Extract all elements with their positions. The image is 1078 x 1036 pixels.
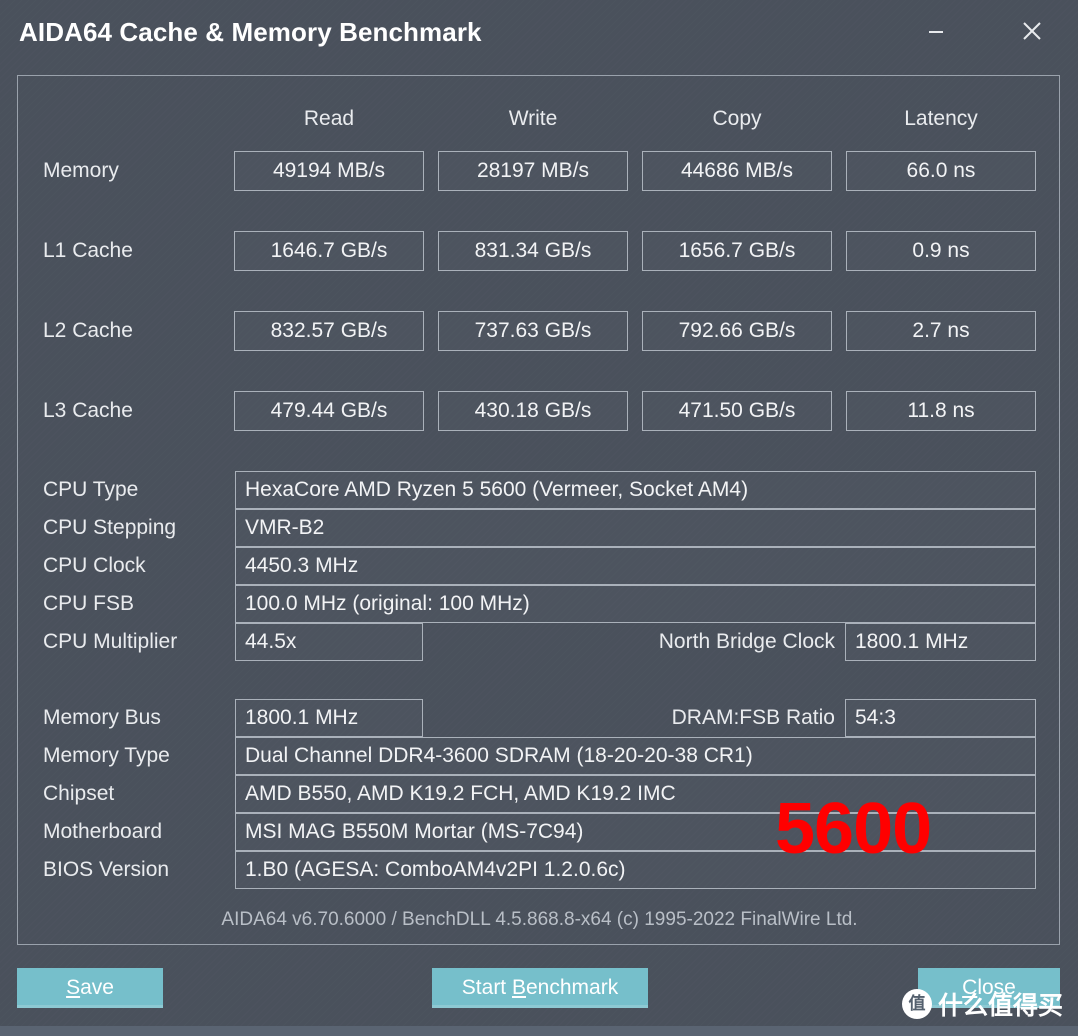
l1-latency-value: 0.9 ns [846, 231, 1036, 271]
close-window-button[interactable] [1009, 8, 1055, 54]
minimize-button[interactable] [913, 8, 959, 54]
l1-read-value: 1646.7 GB/s [234, 231, 424, 271]
l1-copy-value: 1656.7 GB/s [642, 231, 832, 271]
cpu-type-value: HexaCore AMD Ryzen 5 5600 (Vermeer, Sock… [245, 478, 749, 501]
cpu-clock-row: CPU Clock 4450.3 MHz [18, 547, 1061, 585]
north-bridge-clock-value: 1800.1 MHz [855, 630, 969, 653]
cpu-fsb-row: CPU FSB 100.0 MHz (original: 100 MHz) [18, 585, 1061, 623]
chipset-label: Chipset [43, 782, 115, 805]
dram-fsb-ratio-label: DRAM:FSB Ratio [671, 706, 835, 729]
l3-copy-value: 471.50 GB/s [642, 391, 832, 431]
cpu-type-label: CPU Type [43, 478, 139, 501]
title-bar: AIDA64 Cache & Memory Benchmark [0, 0, 1078, 70]
column-header-write: Write [508, 107, 558, 130]
dram-fsb-ratio-value: 54:3 [855, 706, 896, 729]
cpu-stepping-label: CPU Stepping [43, 516, 177, 539]
save-button-label: Save [66, 976, 114, 999]
cpu-multiplier-label: CPU Multiplier [43, 630, 178, 653]
minimize-icon [925, 20, 947, 42]
benchmark-row-l2-cache: L2 Cache 832.57 GB/s 737.63 GB/s 792.66 … [18, 311, 1061, 351]
motherboard-label: Motherboard [43, 820, 163, 843]
memory-latency-value: 66.0 ns [846, 151, 1036, 191]
north-bridge-clock-label: North Bridge Clock [658, 630, 835, 653]
site-watermark: 值 什么值得买 [902, 986, 1063, 1022]
memory-type-label: Memory Type [43, 744, 170, 767]
benchmark-row-memory: Memory 49194 MB/s 28197 MB/s 44686 MB/s … [18, 151, 1061, 191]
l3-write-value: 430.18 GB/s [438, 391, 628, 431]
memory-read-value: 49194 MB/s [234, 151, 424, 191]
column-header-read: Read [303, 107, 355, 130]
memory-bus-label: Memory Bus [43, 706, 161, 729]
start-benchmark-button[interactable]: Start Benchmark [432, 968, 648, 1008]
bios-version-label: BIOS Version [43, 858, 170, 881]
memory-type-value: Dual Channel DDR4-3600 SDRAM (18-20-20-3… [245, 744, 753, 767]
save-button[interactable]: Save [17, 968, 163, 1008]
memory-bus-row: Memory Bus 1800.1 MHz DRAM:FSB Ratio 54:… [18, 699, 1061, 737]
l1-write-value: 831.34 GB/s [438, 231, 628, 271]
cpu-multiplier-row: CPU Multiplier 44.5x North Bridge Clock … [18, 623, 1061, 661]
l2-latency-value: 2.7 ns [846, 311, 1036, 351]
l2-read-value: 832.57 GB/s [234, 311, 424, 351]
column-header-copy: Copy [712, 107, 762, 130]
memory-copy-value: 44686 MB/s [642, 151, 832, 191]
watermark-text: 什么值得买 [938, 991, 1064, 1020]
cpu-clock-label: CPU Clock [43, 554, 146, 577]
row-label-memory: Memory [43, 159, 119, 182]
memory-bus-value: 1800.1 MHz [245, 706, 359, 729]
l2-copy-value: 792.66 GB/s [642, 311, 832, 351]
cpu-clock-value: 4450.3 MHz [245, 554, 359, 577]
watermark-logo-icon: 值 [902, 989, 932, 1019]
memory-write-value: 28197 MB/s [438, 151, 628, 191]
l2-write-value: 737.63 GB/s [438, 311, 628, 351]
motherboard-value: MSI MAG B550M Mortar (MS-7C94) [245, 820, 584, 843]
l3-latency-value: 11.8 ns [846, 391, 1036, 431]
column-header-latency: Latency [904, 107, 978, 130]
benchmark-row-l1-cache: L1 Cache 1646.7 GB/s 831.34 GB/s 1656.7 … [18, 231, 1061, 271]
bios-version-value: 1.B0 (AGESA: ComboAM4v2PI 1.2.0.6c) [245, 858, 626, 881]
cpu-fsb-label: CPU FSB [43, 592, 135, 615]
close-icon [1019, 18, 1045, 44]
benchmark-column-headers: Read Write Copy Latency [18, 107, 1061, 137]
chipset-value: AMD B550, AMD K19.2 FCH, AMD K19.2 IMC [245, 782, 676, 805]
cpu-type-row: CPU Type HexaCore AMD Ryzen 5 5600 (Verm… [18, 471, 1061, 509]
l3-read-value: 479.44 GB/s [234, 391, 424, 431]
row-label-l2-cache: L2 Cache [43, 319, 133, 342]
window-title: AIDA64 Cache & Memory Benchmark [19, 17, 482, 47]
cpu-stepping-box [235, 509, 1036, 547]
cpu-info-table: CPU Type HexaCore AMD Ryzen 5 5600 (Verm… [18, 471, 1061, 661]
row-label-l1-cache: L1 Cache [43, 239, 133, 262]
cpu-model-annotation-overlay: 5600 [775, 789, 932, 869]
cpu-stepping-value: VMR-B2 [245, 516, 325, 539]
start-benchmark-button-label: Start Benchmark [461, 976, 619, 999]
credits-text: AIDA64 v6.70.6000 / BenchDLL 4.5.868.8-x… [221, 909, 858, 930]
cpu-multiplier-value: 44.5x [245, 630, 297, 653]
cpu-stepping-row: CPU Stepping VMR-B2 [18, 509, 1061, 547]
cpu-fsb-value: 100.0 MHz (original: 100 MHz) [245, 592, 530, 615]
benchmark-row-l3-cache: L3 Cache 479.44 GB/s 430.18 GB/s 471.50 … [18, 391, 1061, 431]
row-label-l3-cache: L3 Cache [43, 399, 133, 422]
bottom-strip [0, 1026, 1078, 1036]
memory-type-row: Memory Type Dual Channel DDR4-3600 SDRAM… [18, 737, 1061, 775]
